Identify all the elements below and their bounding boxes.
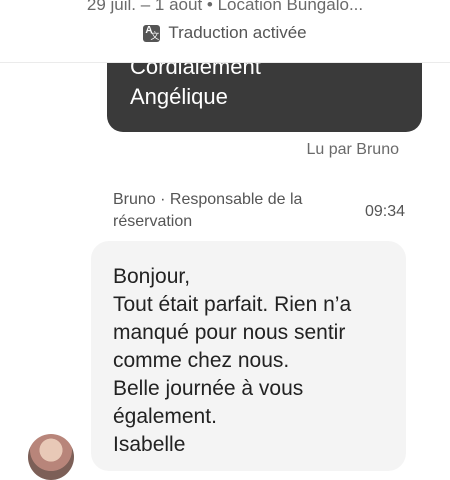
reservation-subtitle[interactable]: 29 juil. – 1 août • Location Bungalo... (0, 0, 450, 15)
translation-status[interactable]: A文 Traduction activée (0, 23, 450, 43)
message-timestamp: 09:34 (364, 203, 405, 220)
translate-icon: A文 (143, 24, 161, 42)
sender-avatar[interactable] (28, 434, 74, 480)
translation-label: Traduction activée (168, 23, 307, 42)
message-sender: Bruno · Responsable de la réservation (113, 191, 303, 230)
read-receipt: Lu par Bruno (306, 141, 399, 158)
conversation-header: 29 juil. – 1 août • Location Bungalo... … (0, 0, 450, 63)
received-message-text: Bonjour, Tout était parfait. Rien n’a ma… (113, 265, 352, 456)
received-message-bubble[interactable]: Bonjour, Tout était parfait. Rien n’a ma… (91, 241, 406, 471)
